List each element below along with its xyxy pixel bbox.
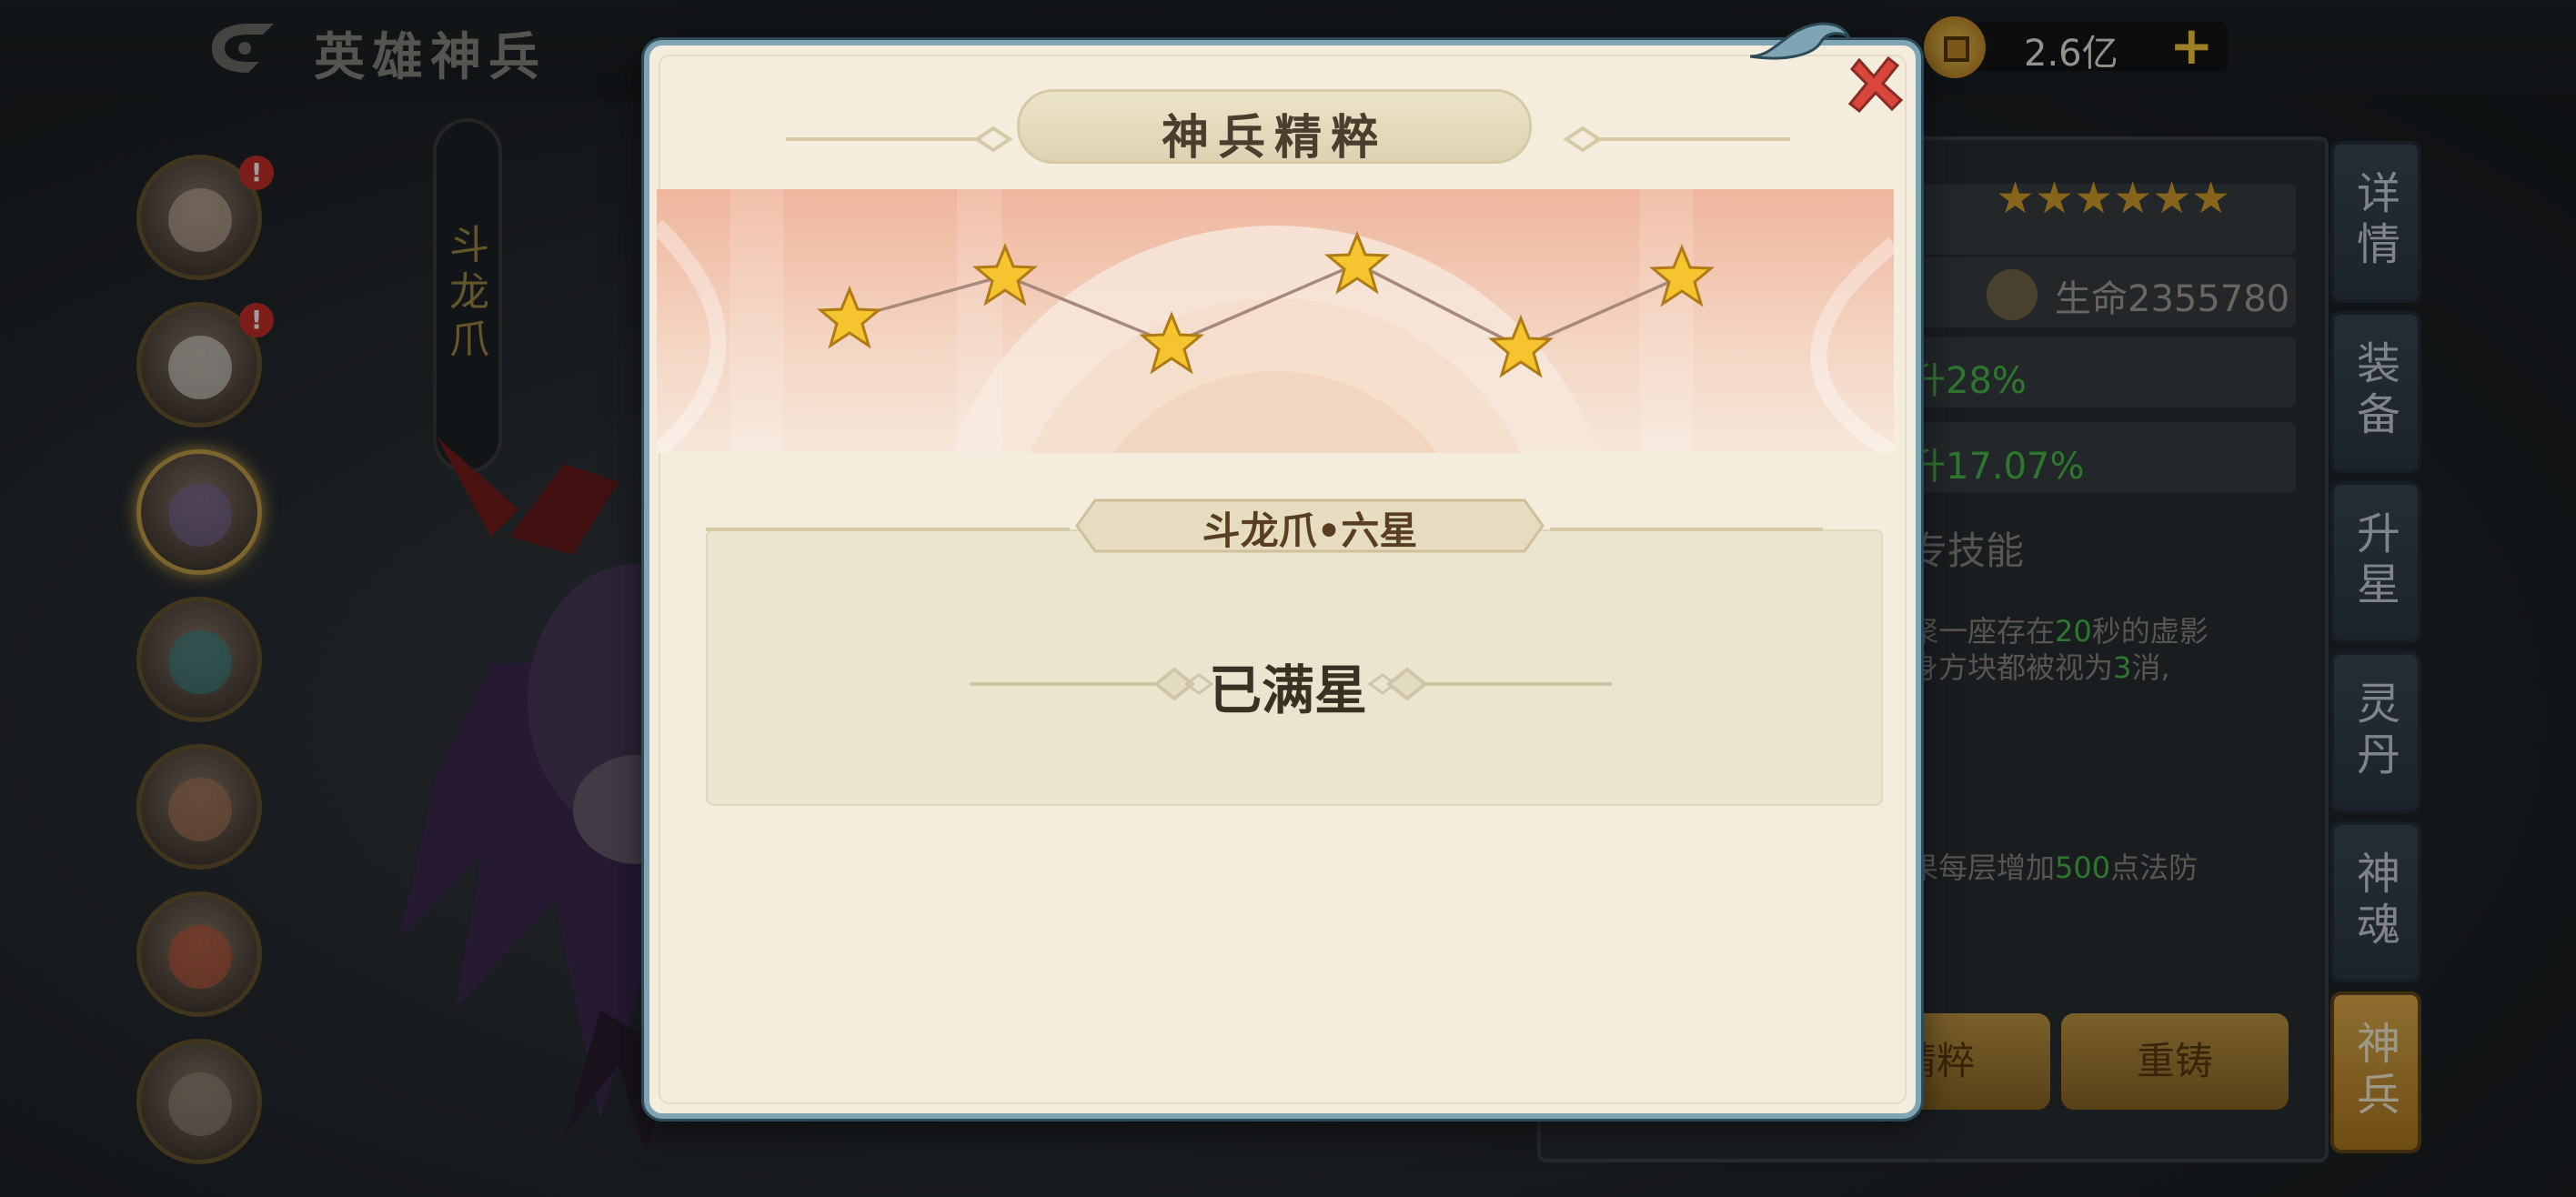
star-constellation-banner [657, 189, 1894, 453]
star-icon-4 [1324, 231, 1390, 295]
star-icon-1 [817, 286, 882, 349]
star-icon-5 [1488, 315, 1554, 378]
cloud-swirl-decoration [1750, 22, 1850, 60]
dialog-title: 神兵精粹 [1161, 110, 1387, 166]
max-star-status: 已满星 [1208, 659, 1367, 721]
title-left-decoration [786, 126, 1013, 153]
star-icon-3 [1139, 311, 1204, 375]
stage-label-plate: 斗龙爪•六星 [1064, 495, 1555, 557]
weapon-stage-label: 斗龙爪•六星 [1202, 508, 1418, 553]
star-icon-6 [1649, 244, 1715, 307]
star-icon-2 [972, 243, 1038, 307]
divine-weapon-essence-dialog: 神兵精粹 斗龙爪•六星 已满星 [644, 22, 1921, 1119]
stage-right-line [1550, 528, 1823, 531]
stage-left-line [706, 528, 1070, 531]
dialog-title-plate: 神兵精粹 [1017, 89, 1532, 166]
title-right-decoration [1563, 126, 1790, 153]
close-icon[interactable] [1839, 53, 1908, 122]
